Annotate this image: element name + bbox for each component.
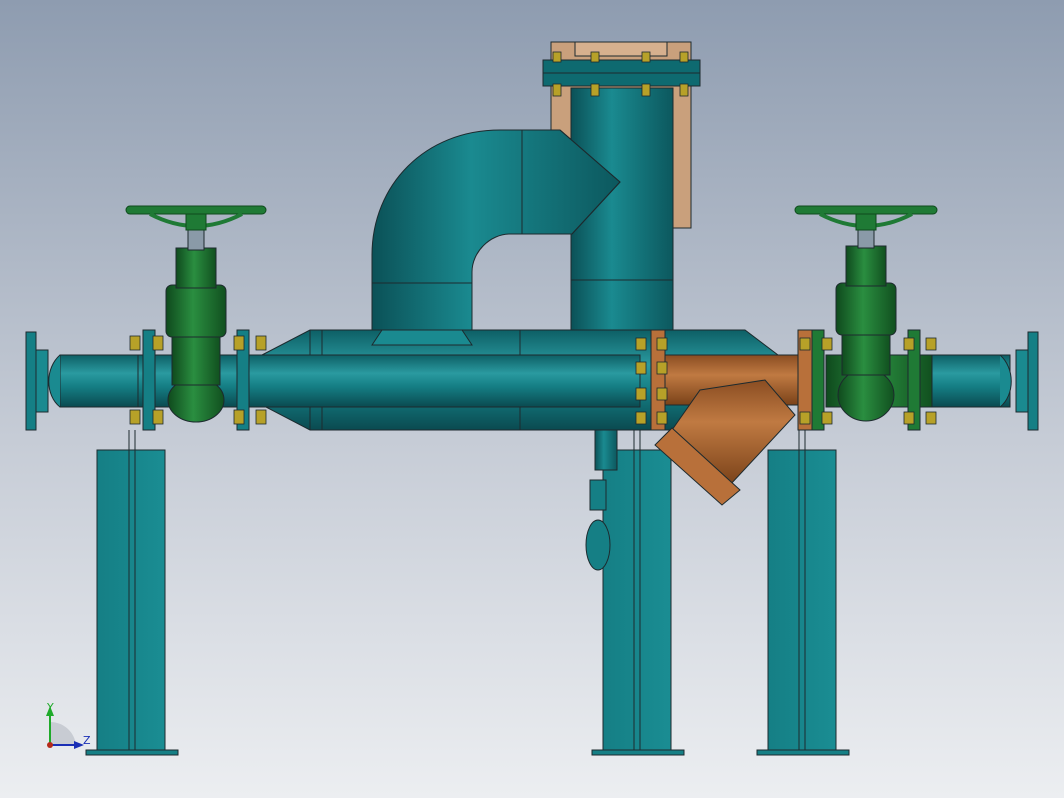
axis-y-label: Y xyxy=(46,701,54,714)
support-leg-middle xyxy=(591,430,685,756)
support-leg-left xyxy=(85,430,179,756)
support-leg-right xyxy=(756,430,850,756)
axis-triad: Y Z xyxy=(46,701,91,749)
gate-valve-right xyxy=(811,225,933,431)
axis-z-label: Z xyxy=(83,734,91,747)
inlet-flange xyxy=(25,331,49,431)
handwheel-left[interactable] xyxy=(125,205,267,231)
cad-viewport: Y Z xyxy=(25,41,1039,756)
handwheel-right[interactable] xyxy=(794,205,938,231)
outlet-flange xyxy=(1015,331,1039,431)
